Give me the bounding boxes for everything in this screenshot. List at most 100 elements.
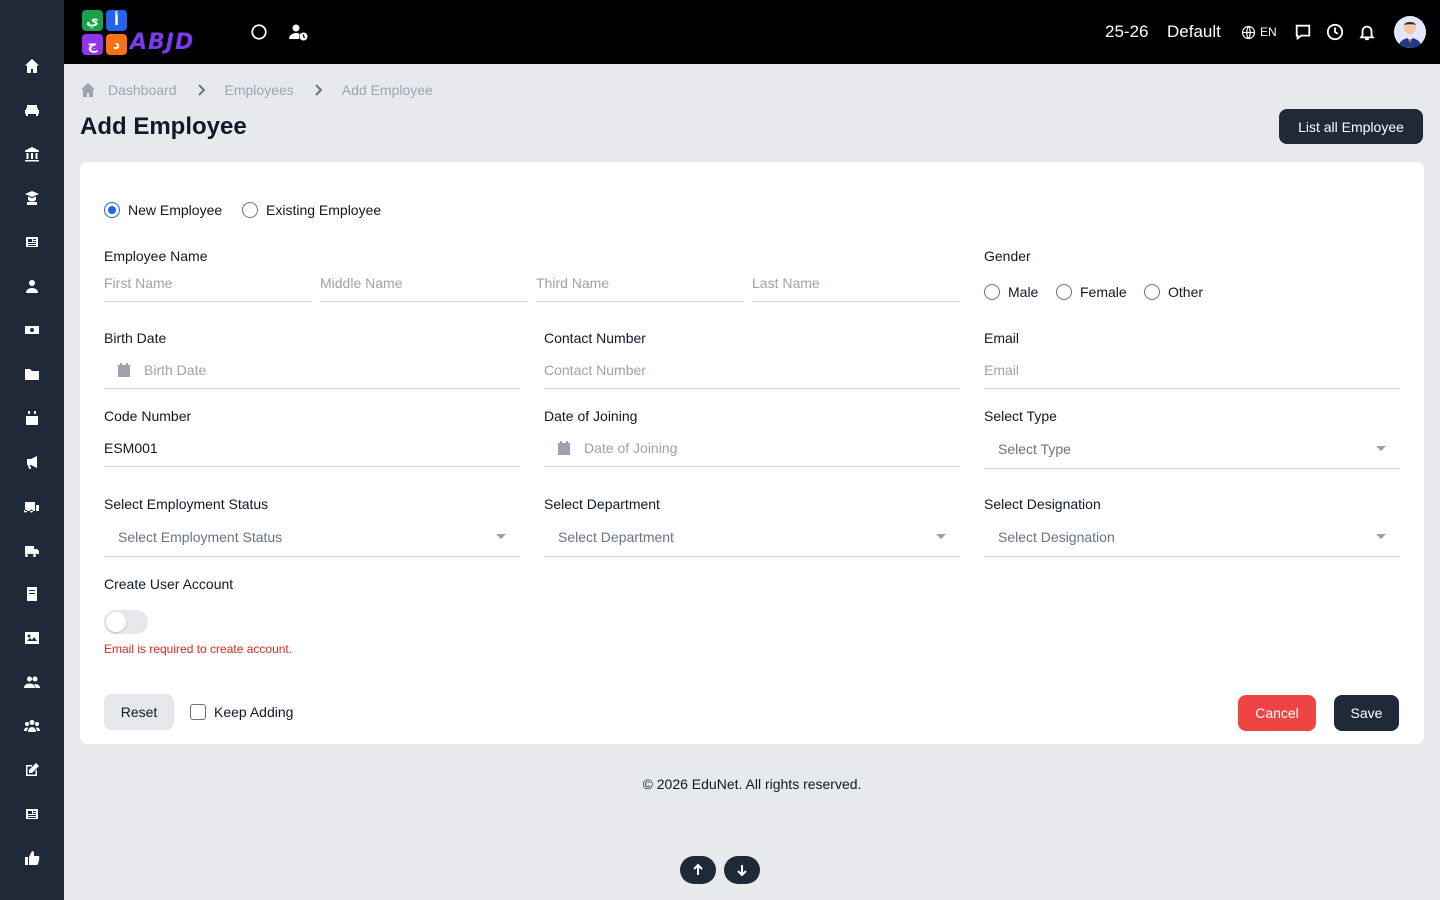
app-logo[interactable]: ي أ ج د ABJD bbox=[80, 8, 225, 56]
save-button[interactable]: Save bbox=[1334, 695, 1399, 731]
users-icon[interactable] bbox=[22, 672, 42, 692]
thumbs-up-icon[interactable] bbox=[22, 848, 42, 868]
people-group-icon[interactable] bbox=[22, 716, 42, 736]
logo-tile: د bbox=[106, 34, 127, 55]
breadcrumb-dashboard[interactable]: Dashboard bbox=[80, 82, 177, 98]
avatar[interactable] bbox=[1394, 16, 1426, 48]
gender-male-radio[interactable]: Male bbox=[984, 284, 1038, 300]
gender-female-radio[interactable]: Female bbox=[1056, 284, 1127, 300]
language-selector[interactable]: EN bbox=[1241, 20, 1277, 44]
news-icon[interactable] bbox=[22, 804, 42, 824]
existing-employee-radio[interactable]: Existing Employee bbox=[242, 202, 381, 218]
radio-label: Male bbox=[1008, 284, 1039, 300]
select-value: Select Designation bbox=[998, 528, 1115, 545]
clock-icon[interactable] bbox=[1326, 20, 1344, 44]
logo-tile: ج bbox=[82, 34, 103, 55]
error-message: Email is required to create account. bbox=[104, 642, 293, 656]
breadcrumb-employees[interactable]: Employees bbox=[225, 82, 294, 98]
date-of-joining-input[interactable]: Date of Joining bbox=[544, 430, 960, 467]
input-value: ESM001 bbox=[104, 440, 158, 456]
email-input[interactable]: Email bbox=[984, 352, 1400, 389]
select-type-label: Select Type bbox=[984, 408, 1057, 424]
chevron-down-icon bbox=[496, 534, 506, 539]
radio-button[interactable] bbox=[242, 202, 258, 218]
gender-other-radio[interactable]: Other bbox=[1144, 284, 1203, 300]
radio-button[interactable] bbox=[984, 284, 1000, 300]
select-type-dropdown[interactable]: Select Type bbox=[984, 429, 1400, 469]
radio-button[interactable] bbox=[1144, 284, 1160, 300]
employment-status-dropdown[interactable]: Select Employment Status bbox=[104, 517, 520, 557]
top-bar: ي أ ج د ABJD 25-26 Default EN bbox=[64, 0, 1440, 64]
edit-icon[interactable] bbox=[22, 760, 42, 780]
last-name-input[interactable]: Last Name bbox=[752, 265, 960, 302]
create-user-account-toggle[interactable] bbox=[104, 610, 148, 634]
scroll-down-button[interactable] bbox=[724, 856, 760, 884]
select-value: Select Department bbox=[558, 528, 674, 545]
newspaper-icon[interactable] bbox=[22, 232, 42, 252]
calendar-icon[interactable] bbox=[22, 408, 42, 428]
toggle-knob bbox=[106, 612, 126, 632]
contact-number-input[interactable]: Contact Number bbox=[544, 352, 960, 389]
institution-icon[interactable] bbox=[22, 144, 42, 164]
money-icon[interactable] bbox=[22, 320, 42, 340]
sofa-icon[interactable] bbox=[22, 100, 42, 120]
placeholder: Last Name bbox=[752, 275, 820, 291]
checkbox-label: Keep Adding bbox=[214, 704, 294, 720]
chat-icon[interactable] bbox=[1294, 20, 1312, 44]
checkbox[interactable] bbox=[190, 704, 206, 720]
list-all-employee-button[interactable]: List all Employee bbox=[1279, 109, 1423, 144]
date-of-joining-label: Date of Joining bbox=[544, 408, 638, 424]
radio-label: Existing Employee bbox=[266, 202, 382, 218]
chevron-down-icon bbox=[936, 534, 946, 539]
new-employee-radio[interactable]: New Employee bbox=[104, 202, 222, 218]
create-user-account-label: Create User Account bbox=[104, 576, 234, 592]
birth-date-label: Birth Date bbox=[104, 330, 167, 346]
radio-button[interactable] bbox=[104, 202, 120, 218]
keep-adding-checkbox[interactable]: Keep Adding bbox=[190, 704, 293, 720]
employment-status-label: Select Employment Status bbox=[104, 496, 269, 512]
truck-icon[interactable] bbox=[22, 540, 42, 560]
contact-number-label: Contact Number bbox=[544, 330, 646, 346]
circle-icon[interactable] bbox=[250, 20, 268, 44]
bell-icon[interactable] bbox=[1358, 20, 1376, 44]
gender-label: Gender bbox=[984, 248, 1031, 264]
logo-tile: أ bbox=[106, 10, 127, 31]
reset-button[interactable]: Reset bbox=[104, 694, 174, 730]
arrow-down-icon bbox=[737, 865, 747, 876]
user-clock-icon[interactable] bbox=[288, 20, 308, 44]
radio-label: New Employee bbox=[128, 202, 223, 218]
academic-year[interactable]: 25-26 bbox=[1105, 20, 1148, 44]
user-icon[interactable] bbox=[22, 276, 42, 296]
footer-copyright: © 2026 EduNet. All rights reserved. bbox=[642, 776, 862, 792]
home-icon bbox=[81, 83, 95, 97]
scroll-up-button[interactable] bbox=[680, 856, 716, 884]
radio-button[interactable] bbox=[1056, 284, 1072, 300]
birth-date-input[interactable]: Birth Date bbox=[104, 352, 520, 389]
image-icon[interactable] bbox=[22, 628, 42, 648]
department-label: Select Department bbox=[544, 496, 660, 512]
breadcrumb: Dashboard Employees Add Employee bbox=[80, 80, 433, 100]
code-number-input[interactable]: ESM001 bbox=[104, 430, 520, 467]
profile-selector[interactable]: Default bbox=[1167, 20, 1221, 44]
cancel-button[interactable]: Cancel bbox=[1238, 695, 1316, 731]
first-name-input[interactable]: First Name bbox=[104, 265, 312, 302]
select-value: Select Type bbox=[998, 440, 1071, 457]
school-bus-icon[interactable] bbox=[22, 496, 42, 516]
placeholder: Email bbox=[984, 362, 1020, 378]
book-icon[interactable] bbox=[22, 584, 42, 604]
chevron-right-icon bbox=[193, 82, 209, 98]
graduate-icon[interactable] bbox=[22, 188, 42, 208]
radio-label: Other bbox=[1168, 284, 1204, 300]
placeholder: Birth Date bbox=[144, 362, 207, 378]
middle-name-input[interactable]: Middle Name bbox=[320, 265, 528, 302]
chevron-down-icon bbox=[1376, 446, 1386, 451]
designation-dropdown[interactable]: Select Designation bbox=[984, 517, 1400, 557]
logo-wordmark: ABJD bbox=[130, 30, 195, 55]
megaphone-icon[interactable] bbox=[22, 452, 42, 472]
folder-icon[interactable] bbox=[22, 364, 42, 384]
third-name-input[interactable]: Third Name bbox=[536, 265, 744, 302]
designation-label: Select Designation bbox=[984, 496, 1101, 512]
home-icon[interactable] bbox=[22, 56, 42, 76]
calendar-icon bbox=[556, 440, 572, 456]
department-dropdown[interactable]: Select Department bbox=[544, 517, 960, 557]
